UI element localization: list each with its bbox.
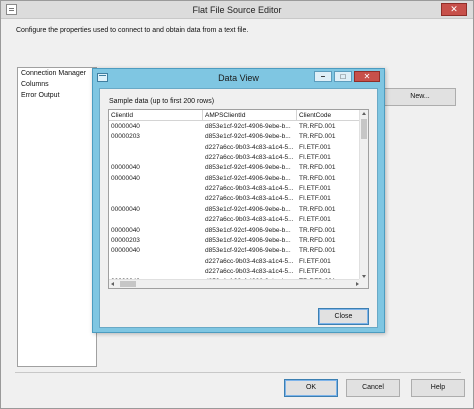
nav-item-columns[interactable]: Columns: [21, 81, 49, 88]
vertical-scroll-thumb[interactable]: [361, 119, 367, 139]
table-cell[interactable]: TR.RFD.001: [297, 163, 360, 173]
footer-divider: [15, 372, 461, 373]
table-row[interactable]: d227a6cc-9b03-4c83-a1c4-5... FI.ETF.001: [109, 257, 360, 267]
table-cell[interactable]: FI.ETF.001: [297, 267, 360, 277]
table-row[interactable]: 00000040d853e1cf-92cf-4906-9ebe-b...TR.R…: [109, 122, 360, 132]
vertical-scrollbar[interactable]: [359, 110, 368, 280]
table-row[interactable]: d227a6cc-9b03-4c83-a1c4-5... FI.ETF.001: [109, 267, 360, 277]
table-cell[interactable]: d853e1cf-92cf-4906-9ebe-b...: [203, 236, 297, 246]
close-button[interactable]: Close: [318, 308, 369, 325]
minimize-button[interactable]: –: [314, 71, 332, 82]
dialog-close-x-button[interactable]: ✕: [354, 71, 380, 82]
table-cell[interactable]: [109, 267, 203, 277]
table-cell[interactable]: FI.ETF.001: [297, 153, 360, 163]
sample-data-label: Sample data (up to first 200 rows): [109, 98, 215, 105]
horizontal-scroll-thumb[interactable]: [120, 281, 136, 287]
editor-description: Configure the properties used to connect…: [16, 27, 249, 34]
dialog-body: Sample data (up to first 200 rows) Clien…: [99, 88, 378, 328]
table-cell[interactable]: TR.RFD.001: [297, 226, 360, 236]
column-header-clientcode[interactable]: ClientCode: [297, 110, 360, 121]
table-cell[interactable]: TR.RFD.001: [297, 132, 360, 142]
table-cell[interactable]: TR.RFD.001: [297, 246, 360, 256]
horizontal-scrollbar[interactable]: [109, 279, 361, 288]
table-cell[interactable]: TR.RFD.001: [297, 205, 360, 215]
column-header-ampsclientid[interactable]: AMPSClientId: [203, 110, 297, 121]
table-row[interactable]: d227a6cc-9b03-4c83-a1c4-5... FI.ETF.001: [109, 153, 360, 163]
new-button[interactable]: New...: [384, 88, 456, 106]
table-cell[interactable]: d227a6cc-9b03-4c83-a1c4-5...: [203, 257, 297, 267]
nav-item-error-output[interactable]: Error Output: [21, 92, 60, 99]
table-row[interactable]: d227a6cc-9b03-4c83-a1c4-5... FI.ETF.001: [109, 194, 360, 204]
table-cell[interactable]: TR.RFD.001: [297, 236, 360, 246]
table-cell[interactable]: d853e1cf-92cf-4906-9ebe-b...: [203, 132, 297, 142]
nav-item-connection-manager[interactable]: Connection Manager: [21, 70, 86, 77]
table-cell[interactable]: d227a6cc-9b03-4c83-a1c4-5...: [203, 267, 297, 277]
table-cell[interactable]: d227a6cc-9b03-4c83-a1c4-5...: [203, 215, 297, 225]
ok-button[interactable]: OK: [284, 379, 338, 397]
table-cell[interactable]: d853e1cf-92cf-4906-9ebe-b...: [203, 246, 297, 256]
outer-window-title: Flat File Source Editor: [192, 5, 282, 15]
table-cell[interactable]: FI.ETF.001: [297, 257, 360, 267]
table-cell[interactable]: FI.ETF.001: [297, 215, 360, 225]
table-row[interactable]: 00000040d853e1cf-92cf-4906-9ebe-b...TR.R…: [109, 246, 360, 256]
maximize-button[interactable]: □: [334, 71, 352, 82]
table-cell[interactable]: d853e1cf-92cf-4906-9ebe-b...: [203, 226, 297, 236]
table-row[interactable]: d227a6cc-9b03-4c83-a1c4-5... FI.ETF.001: [109, 143, 360, 153]
dialog-title-bar[interactable]: Data View – □ ✕: [93, 69, 384, 87]
table-cell[interactable]: d853e1cf-92cf-4906-9ebe-b...: [203, 205, 297, 215]
table-cell[interactable]: [109, 257, 203, 267]
table-cell[interactable]: [109, 184, 203, 194]
scroll-left-arrow-icon[interactable]: [111, 282, 114, 286]
scroll-down-arrow-icon[interactable]: [362, 275, 366, 278]
table-cell[interactable]: [109, 153, 203, 163]
scroll-corner: [359, 279, 368, 288]
table-cell[interactable]: d853e1cf-92cf-4906-9ebe-b...: [203, 174, 297, 184]
table-cell[interactable]: d853e1cf-92cf-4906-9ebe-b...: [203, 122, 297, 132]
outer-close-button[interactable]: ✕: [441, 3, 467, 16]
grid-header-row: ClientId AMPSClientId ClientCode: [109, 110, 360, 121]
table-row[interactable]: d227a6cc-9b03-4c83-a1c4-5... FI.ETF.001: [109, 184, 360, 194]
table-cell[interactable]: 00000040: [109, 174, 203, 184]
column-header-clientid[interactable]: ClientId: [109, 110, 203, 121]
table-cell[interactable]: 00000040: [109, 226, 203, 236]
table-cell[interactable]: 00000040: [109, 246, 203, 256]
table-cell[interactable]: [109, 215, 203, 225]
table-cell[interactable]: FI.ETF.001: [297, 194, 360, 204]
table-cell[interactable]: d227a6cc-9b03-4c83-a1c4-5...: [203, 143, 297, 153]
table-cell[interactable]: 00000040: [109, 205, 203, 215]
table-row[interactable]: d227a6cc-9b03-4c83-a1c4-5... FI.ETF.001: [109, 215, 360, 225]
cancel-button[interactable]: Cancel: [346, 379, 400, 397]
table-row[interactable]: 00000040d853e1cf-92cf-4906-9ebe-b...TR.R…: [109, 205, 360, 215]
table-row[interactable]: 00000040d853e1cf-92cf-4906-9ebe-b...TR.R…: [109, 174, 360, 184]
table-cell[interactable]: d227a6cc-9b03-4c83-a1c4-5...: [203, 194, 297, 204]
table-cell[interactable]: TR.RFD.001: [297, 174, 360, 184]
editor-nav-list: Connection Manager Columns Error Output: [17, 67, 97, 367]
table-cell[interactable]: d853e1cf-92cf-4906-9ebe-b...: [203, 163, 297, 173]
table-row[interactable]: 00000040d853e1cf-92cf-4906-9ebe-b...TR.R…: [109, 226, 360, 236]
data-view-dialog: Data View – □ ✕ Sample data (up to first…: [92, 68, 385, 333]
table-cell[interactable]: TR.RFD.001: [297, 122, 360, 132]
table-cell[interactable]: FI.ETF.001: [297, 184, 360, 194]
table-cell[interactable]: [109, 143, 203, 153]
table-cell[interactable]: d227a6cc-9b03-4c83-a1c4-5...: [203, 184, 297, 194]
table-row[interactable]: 00000203 d853e1cf-92cf-4906-9ebe-b... TR.R…: [109, 236, 360, 246]
table-row[interactable]: 00000203 d853e1cf-92cf-4906-9ebe-b... TR.R…: [109, 132, 360, 142]
table-cell[interactable]: FI.ETF.001: [297, 143, 360, 153]
table-cell[interactable]: [109, 194, 203, 204]
table-cell[interactable]: 00000040: [109, 163, 203, 173]
help-button[interactable]: Help: [411, 379, 465, 397]
table-cell[interactable]: d227a6cc-9b03-4c83-a1c4-5...: [203, 153, 297, 163]
data-grid[interactable]: ClientId AMPSClientId ClientCode 0000004…: [108, 109, 369, 289]
table-cell[interactable]: 00000203: [109, 132, 203, 142]
scroll-up-arrow-icon[interactable]: [362, 112, 366, 115]
table-row[interactable]: 00000040d853e1cf-92cf-4906-9ebe-b...TR.R…: [109, 163, 360, 173]
table-cell[interactable]: 00000203: [109, 236, 203, 246]
table-cell[interactable]: 00000040: [109, 122, 203, 132]
outer-title-bar[interactable]: Flat File Source Editor ✕: [1, 1, 473, 19]
